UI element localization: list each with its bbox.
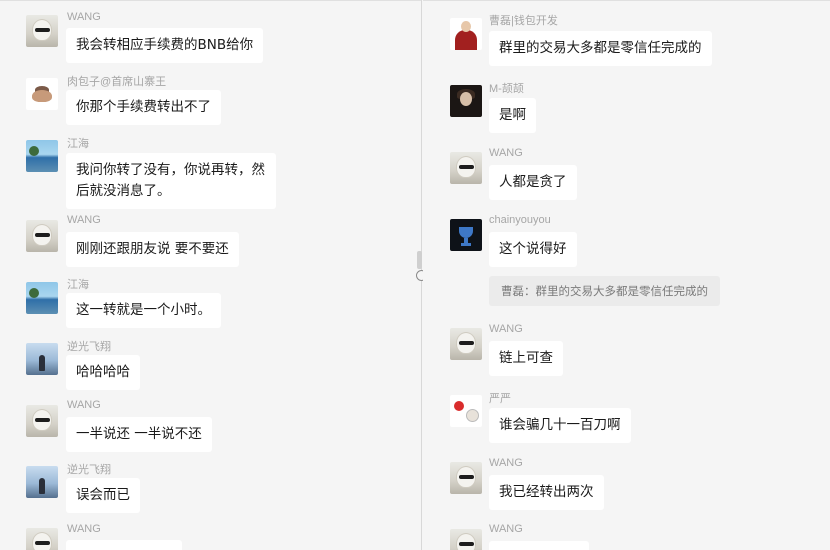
wang-avatar[interactable] (26, 15, 58, 47)
wang-avatar[interactable] (450, 328, 482, 360)
ni-avatar[interactable] (26, 343, 58, 375)
sender-name: WANG (489, 147, 523, 159)
sender-name: 江海 (67, 138, 89, 150)
sender-name: WANG (489, 323, 523, 335)
m-avatar[interactable] (450, 85, 482, 117)
message-bubble[interactable]: 这一转就是一个小时。 (66, 293, 221, 328)
cao-avatar[interactable] (450, 18, 482, 50)
message-bubble[interactable]: 人都是贪了 (489, 165, 577, 200)
pane-top-border (423, 0, 830, 1)
sender-name: chainyouyou (489, 214, 551, 226)
sender-name: WANG (67, 523, 101, 535)
sender-name: 曹磊|钱包开发 (489, 15, 558, 27)
pane-top-border (0, 0, 421, 1)
message-bubble[interactable]: 群里的交易大多都是零信任完成的 (489, 31, 712, 66)
splitter-handle[interactable] (417, 251, 422, 269)
wang-avatar[interactable] (26, 528, 58, 550)
trophy-avatar[interactable] (450, 219, 482, 251)
sender-name: WANG (67, 11, 101, 23)
message-bubble[interactable]: 我问你转了没有，你说再转，然后就没消息了。 (66, 153, 276, 209)
jiang-avatar[interactable] (26, 282, 58, 314)
rou-avatar[interactable] (26, 78, 58, 110)
sender-name: 逆光飞翔 (67, 341, 111, 353)
wang-avatar[interactable] (26, 405, 58, 437)
sender-name: WANG (67, 214, 101, 226)
quoted-message[interactable]: 曹磊：群里的交易大多都是零信任完成的 (489, 276, 720, 306)
wang-avatar[interactable] (26, 220, 58, 252)
ni-avatar[interactable] (26, 466, 58, 498)
sender-name: 江海 (67, 279, 89, 291)
message-bubble[interactable]: 我会转相应手续费的BNB给你 (66, 28, 264, 63)
message-bubble[interactable]: 是啊 (489, 98, 536, 133)
sender-name: 逆光飞翔 (67, 464, 111, 476)
message-bubble[interactable]: 误会而已 (66, 478, 140, 513)
sender-name: 严严 (489, 393, 511, 405)
message-bubble[interactable] (66, 540, 182, 550)
message-bubble[interactable]: 谁会骗几十一百刀啊 (489, 408, 631, 443)
sender-name: WANG (489, 523, 523, 535)
wang-avatar[interactable] (450, 462, 482, 494)
message-bubble[interactable]: 一半说还 一半说不还 (66, 417, 212, 452)
message-bubble[interactable] (489, 541, 589, 550)
message-bubble[interactable]: 刚刚还跟朋友说 要不要还 (66, 232, 239, 267)
message-bubble[interactable]: 你那个手续费转出不了 (66, 90, 221, 125)
message-bubble[interactable]: 我已经转出两次 (489, 475, 604, 510)
yan-avatar[interactable] (450, 395, 482, 427)
sender-name: WANG (67, 399, 101, 411)
chat-pane-left[interactable]: WANG 我会转相应手续费的BNB给你 肉包子@首席山寨王 你那个手续费转出不了… (0, 0, 421, 550)
sender-name: WANG (489, 457, 523, 469)
chat-pane-right[interactable]: 曹磊|钱包开发 群里的交易大多都是零信任完成的 M-颉颉 是啊 WANG 人都是… (423, 0, 830, 550)
jiang-avatar[interactable] (26, 140, 58, 172)
sender-name: 肉包子@首席山寨王 (67, 76, 167, 88)
message-bubble[interactable]: 哈哈哈哈 (66, 355, 140, 390)
message-bubble[interactable]: 链上可查 (489, 341, 563, 376)
message-bubble[interactable]: 这个说得好 (489, 232, 577, 267)
wang-avatar[interactable] (450, 529, 482, 550)
sender-name: M-颉颉 (489, 83, 524, 95)
wang-avatar[interactable] (450, 152, 482, 184)
